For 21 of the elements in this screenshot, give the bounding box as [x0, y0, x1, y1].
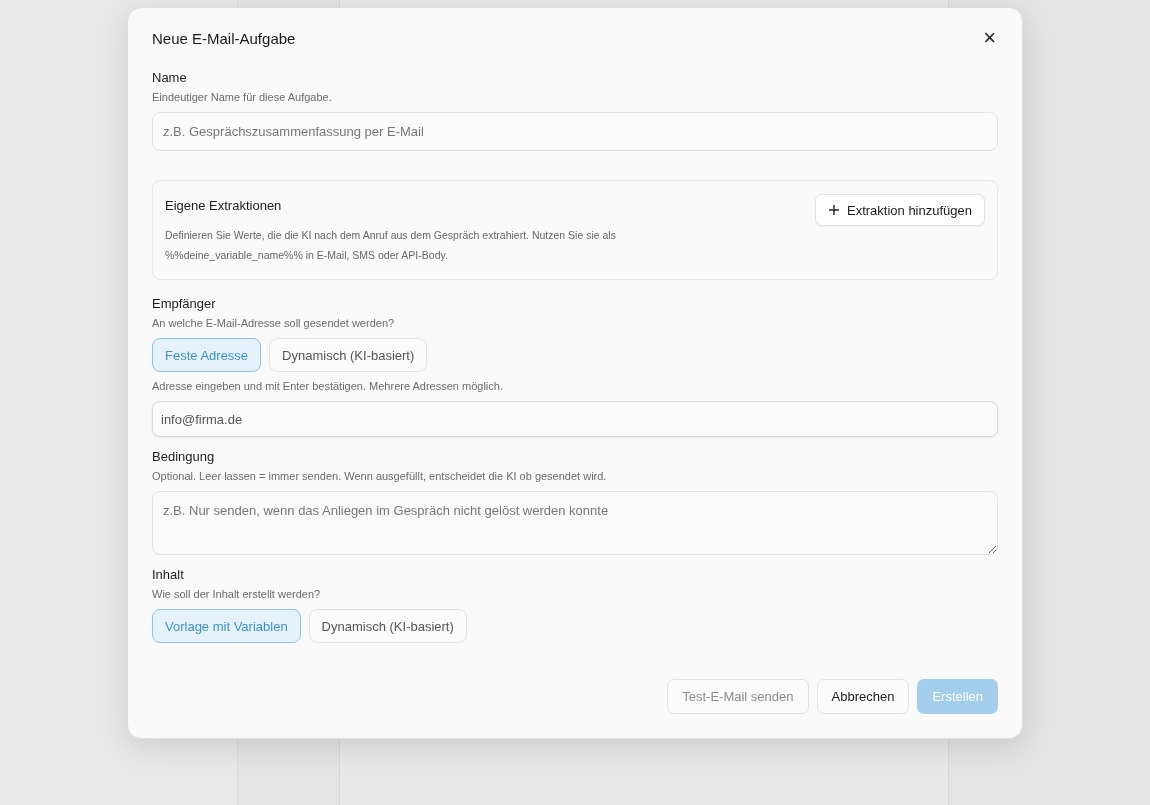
field-hint: Wie soll der Inhalt erstellt werden? — [152, 588, 322, 600]
field-label: Bedingung — [152, 449, 216, 464]
field-hint: Eindeutiger Name für diese Aufgabe. — [152, 91, 333, 103]
add-extraction-button[interactable]: Extraktion hinzufügen — [814, 194, 985, 226]
address-input[interactable]: info@firma.de — [152, 401, 998, 437]
field-label: Name — [152, 70, 188, 85]
choice-button[interactable]: Dynamisch (KI-basiert) — [308, 609, 467, 643]
dialog-title: Neue E-Mail-Aufgabe — [152, 29, 296, 47]
plus-icon — [827, 204, 840, 216]
card-description: Definieren Sie Werte, die die KI nach dem Anruf aus dem Gespräch extrahiert. Nutzen Sie sie als %%deine_variable_name%% in E-Mail, SMS oder API-Body. — [165, 228, 617, 263]
choice-button[interactable]: Dynamisch (KI-basiert) — [269, 338, 428, 372]
field-label: Inhalt — [152, 567, 185, 582]
field-label: Empfänger — [152, 296, 217, 311]
footer-button[interactable]: Abbrechen — [816, 679, 910, 714]
field-hint: Adresse eingeben und mit Enter bestätigen. Mehrere Adressen möglich. — [152, 380, 504, 392]
name-input[interactable]: z.B. Gesprächszusammenfassung per E-Mail — [152, 112, 998, 151]
close-button[interactable]: × — [981, 28, 998, 48]
card-title: Eigene Extraktionen — [165, 198, 283, 213]
field-hint: Optional. Leer lassen = immer senden. Wenn ausgefüllt, entscheidet die KI ob gesendet wird. — [152, 470, 608, 482]
field-hint: An welche E-Mail-Adresse soll gesendet werden? — [152, 317, 396, 329]
condition-textarea[interactable]: z.B. Nur senden, wenn das Anliegen im Gespräch nicht gelöst werden konnte — [152, 491, 998, 555]
